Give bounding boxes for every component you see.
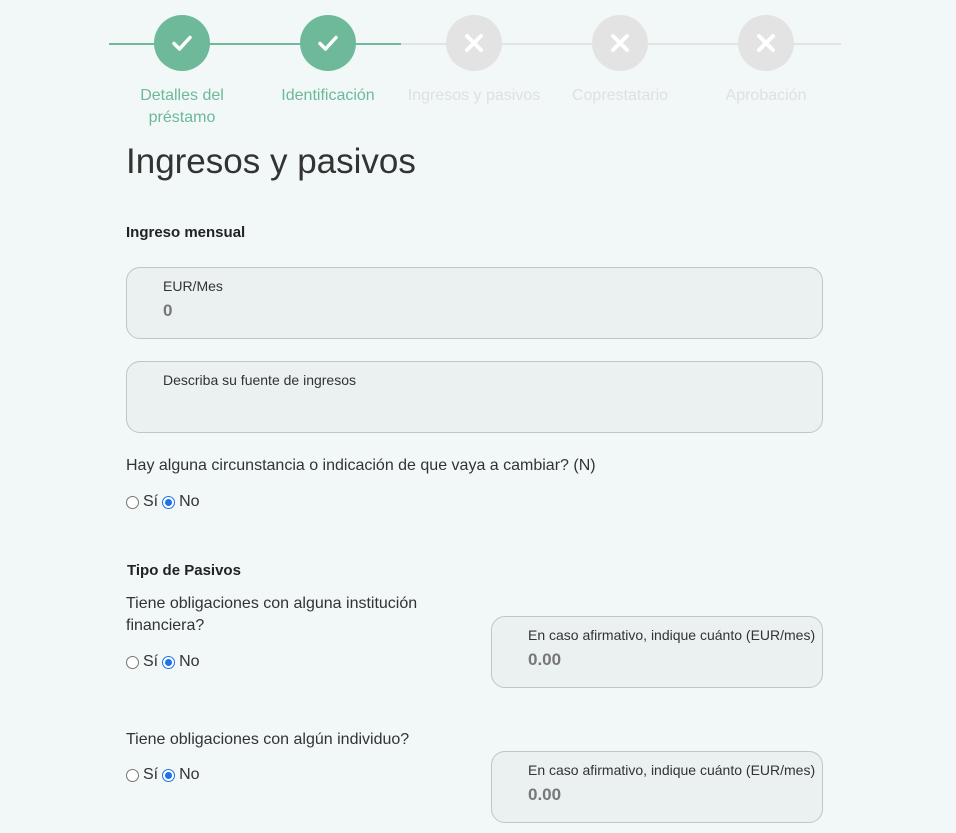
progress-stepper: Detalles del préstamo Identificación Ing… xyxy=(0,0,956,140)
step-coborrower[interactable]: Coprestatario xyxy=(545,15,695,107)
field-value: 0 xyxy=(163,301,173,320)
step-identification[interactable]: Identificación xyxy=(253,15,403,107)
step-label: Aprobación xyxy=(725,87,807,104)
page-title: Ingresos y pasivos xyxy=(126,142,416,181)
financial-no-option[interactable]: No xyxy=(162,653,200,671)
field-value: 0.00 xyxy=(528,650,562,669)
income-change-radio-group: Sí No xyxy=(126,493,204,511)
income-section-title: Ingreso mensual xyxy=(126,224,246,241)
radio-label: Sí xyxy=(143,493,159,510)
field-label: En caso afirmativo, indique cuánto (EUR/… xyxy=(528,627,816,643)
step-loan-details[interactable]: Detalles del préstamo xyxy=(107,15,257,129)
radio-button[interactable] xyxy=(126,655,139,669)
x-icon xyxy=(592,15,648,71)
radio-label: No xyxy=(179,653,200,670)
individual-yes-option[interactable]: Sí xyxy=(126,766,158,784)
individual-amount-field[interactable]: En caso afirmativo, indique cuánto (EUR/… xyxy=(491,751,823,823)
field-label: Describa su fuente de ingresos xyxy=(163,372,356,388)
field-label: EUR/Mes xyxy=(163,278,223,294)
step-label: Detalles del préstamo xyxy=(140,87,224,126)
financial-amount-field[interactable]: En caso afirmativo, indique cuánto (EUR/… xyxy=(491,616,823,688)
income-source-field[interactable]: Describa su fuente de ingresos xyxy=(126,361,823,433)
liabilities-section-title: Tipo de Pasivos xyxy=(127,562,241,579)
monthly-income-field[interactable]: EUR/Mes 0 xyxy=(126,267,823,339)
x-icon xyxy=(738,15,794,71)
radio-button[interactable] xyxy=(162,495,176,509)
individual-obligations-question: Tiene obligaciones con algún individuo? xyxy=(126,731,410,748)
step-label: Identificación xyxy=(281,87,375,104)
financial-yes-option[interactable]: Sí xyxy=(126,653,158,671)
radio-label: No xyxy=(179,493,200,510)
financial-obligations-question: Tiene obligaciones con alguna institució… xyxy=(126,595,418,634)
individual-no-option[interactable]: No xyxy=(162,766,200,784)
step-label: Coprestatario xyxy=(571,87,669,104)
radio-button[interactable] xyxy=(126,495,139,509)
radio-button[interactable] xyxy=(162,655,176,669)
income-change-question: Hay alguna circunstancia o indicación de… xyxy=(126,457,596,474)
income-change-no-option[interactable]: No xyxy=(162,493,200,511)
step-income-liabilities[interactable]: Ingresos y pasivos xyxy=(399,15,549,107)
field-value: 0.00 xyxy=(528,785,562,804)
step-label: Ingresos y pasivos xyxy=(407,87,541,104)
income-change-yes-option[interactable]: Sí xyxy=(126,493,158,511)
radio-button[interactable] xyxy=(126,768,139,782)
step-approval[interactable]: Aprobación xyxy=(691,15,841,107)
radio-button[interactable] xyxy=(162,768,176,782)
individual-obligations-radio-group: Sí No xyxy=(126,766,204,784)
financial-obligations-radio-group: Sí No xyxy=(126,653,204,671)
x-icon xyxy=(446,15,502,71)
radio-label: Sí xyxy=(143,766,159,783)
check-icon xyxy=(154,15,210,71)
field-label: En caso afirmativo, indique cuánto (EUR/… xyxy=(528,762,816,778)
radio-label: No xyxy=(179,766,200,783)
radio-label: Sí xyxy=(143,653,159,670)
check-icon xyxy=(300,15,356,71)
